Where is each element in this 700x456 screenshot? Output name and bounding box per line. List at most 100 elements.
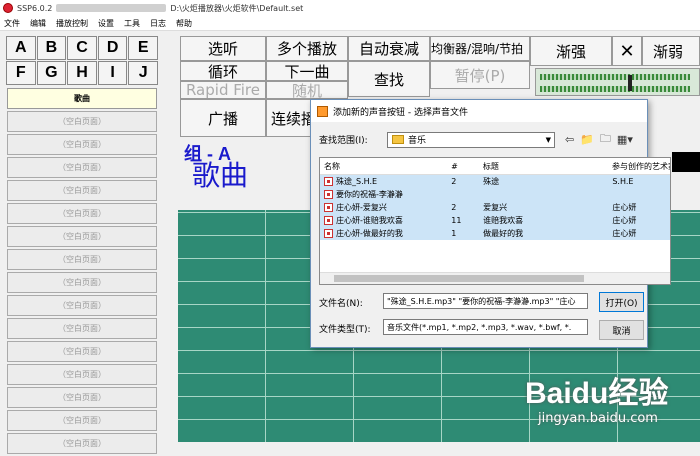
open-button[interactable]: 打开(O): [599, 292, 644, 312]
page-button-empty[interactable]: （空白页面）: [7, 180, 157, 201]
group-button-d[interactable]: D: [97, 36, 128, 60]
level-bar-left: [540, 74, 690, 80]
page-button-empty[interactable]: （空白页面）: [7, 272, 157, 293]
page-button-songs[interactable]: 歌曲: [7, 88, 157, 109]
page-button-empty[interactable]: （空白页面）: [7, 318, 157, 339]
close-icon[interactable]: ✕: [612, 36, 642, 66]
file-number: 11: [451, 216, 462, 225]
fade-out-button[interactable]: 渐弱: [642, 36, 700, 66]
audio-file-icon: [324, 203, 333, 212]
file-artist: 庄心妍: [612, 229, 637, 238]
file-number: 2: [451, 203, 457, 212]
next-track-button[interactable]: 下一曲: [266, 61, 348, 81]
rapid-fire-button[interactable]: Rapid Fire: [180, 81, 266, 99]
group-button-j[interactable]: J: [128, 61, 158, 85]
page-button-empty[interactable]: （空白页面）: [7, 341, 157, 362]
filename-label: 文件名(N):: [319, 299, 363, 309]
preview-button[interactable]: 选听: [180, 36, 266, 61]
audio-file-icon: [324, 177, 333, 186]
file-name: 殊途_S.H.E: [336, 177, 378, 186]
file-name: 庄心妍-爱复兴: [336, 203, 387, 212]
continuous-play-button[interactable]: 连续播: [266, 99, 316, 137]
page-button-empty[interactable]: （空白页面）: [7, 249, 157, 270]
page-button-empty[interactable]: （空白页面）: [7, 295, 157, 316]
page-button-empty[interactable]: （空白页面）: [7, 134, 157, 155]
file-row[interactable]: 要你的祝福-李瀞瀞: [320, 188, 670, 201]
file-artist: 庄心妍: [612, 203, 637, 212]
filetype-dropdown[interactable]: 音乐文件(*.mp1, *.mp2, *.mp3, *.wav, *.bwf, …: [383, 319, 588, 335]
group-letter-grid: A B C D E F G H I J: [6, 36, 158, 85]
random-button[interactable]: 随机: [266, 81, 348, 99]
column-number[interactable]: #: [449, 162, 481, 171]
file-title: 谁赔我欢喜: [483, 216, 524, 225]
menu-help[interactable]: 帮助: [176, 18, 192, 29]
look-in-dropdown[interactable]: 音乐 ▼: [387, 131, 555, 148]
menu-tools[interactable]: 工具: [124, 18, 140, 29]
column-name[interactable]: 名称: [320, 161, 449, 172]
app-icon: [3, 3, 13, 13]
chevron-down-icon: ▼: [545, 135, 551, 144]
group-button-c[interactable]: C: [67, 36, 97, 60]
fade-in-button[interactable]: 渐强: [530, 36, 612, 66]
page-button-empty[interactable]: （空白页面）: [7, 364, 157, 385]
file-row[interactable]: 庄心妍-做最好的我 1 做最好的我 庄心妍: [320, 227, 670, 240]
level-bar-right: [540, 86, 690, 92]
file-row[interactable]: 殊途_S.H.E 2 殊途 S.H.E: [320, 175, 670, 188]
filename-input[interactable]: "殊途_S.H.E.mp3" "要你的祝福-李瀞瀞.mp3" "庄心: [383, 293, 588, 309]
page-button-empty[interactable]: （空白页面）: [7, 226, 157, 247]
menu-file[interactable]: 文件: [4, 18, 20, 29]
new-folder-icon[interactable]: 🗀: [600, 130, 611, 149]
page-button-empty[interactable]: （空白页面）: [7, 387, 157, 408]
menu-log[interactable]: 日志: [150, 18, 166, 29]
look-in-value: 音乐: [408, 136, 427, 146]
group-button-f[interactable]: F: [6, 61, 36, 85]
page-button-empty[interactable]: （空白页面）: [7, 410, 157, 431]
auto-fade-button[interactable]: 自动衰减: [348, 36, 430, 61]
group-button-a[interactable]: A: [6, 36, 36, 60]
file-name: 庄心妍-谁赔我欢喜: [336, 216, 403, 225]
broadcast-button[interactable]: 广播: [180, 99, 266, 137]
file-title: 做最好的我: [483, 229, 524, 238]
group-button-h[interactable]: H: [67, 61, 97, 85]
pause-button[interactable]: 暂停(P): [430, 61, 530, 89]
look-in-row: 查找范围(I): 音乐 ▼ ⇦ 📁 🗀 ▦▾: [319, 130, 639, 149]
menu-playback[interactable]: 播放控制: [56, 18, 88, 29]
search-button[interactable]: 查找: [348, 61, 430, 97]
dialog-title: 添加新的声音按钮 - 选择声音文件: [333, 107, 468, 118]
file-row[interactable]: 庄心妍-谁赔我欢喜 11 谁赔我欢喜 庄心妍: [320, 214, 670, 227]
page-button-empty[interactable]: （空白页面）: [7, 433, 157, 454]
column-title[interactable]: 标题: [481, 161, 610, 172]
file-title: 殊途: [483, 177, 500, 186]
file-artist: 庄心妍: [612, 216, 637, 225]
file-open-dialog: 添加新的声音按钮 - 选择声音文件 查找范围(I): 音乐 ▼ ⇦ 📁 🗀 ▦▾…: [310, 99, 671, 348]
up-folder-icon[interactable]: 📁: [580, 133, 594, 146]
view-menu-icon[interactable]: ▦▾: [617, 133, 633, 146]
page-button-empty[interactable]: （空白页面）: [7, 157, 157, 178]
status-strip: [672, 152, 700, 172]
loop-button[interactable]: 循环: [180, 61, 266, 81]
column-artist[interactable]: 参与创作的艺术家: [610, 161, 670, 172]
menu-settings[interactable]: 设置: [98, 18, 114, 29]
horizontal-scrollbar[interactable]: [320, 272, 670, 284]
scrollbar-thumb[interactable]: [334, 275, 584, 282]
file-list-header: 名称 # 标题 参与创作的艺术家: [320, 158, 670, 175]
page-button-empty[interactable]: （空白页面）: [7, 203, 157, 224]
file-artist: S.H.E: [612, 177, 634, 186]
multi-play-button[interactable]: 多个播放: [266, 36, 348, 61]
cancel-button[interactable]: 取消: [599, 320, 644, 340]
menu-edit[interactable]: 编辑: [30, 18, 46, 29]
group-button-e[interactable]: E: [128, 36, 158, 60]
file-name: 庄心妍-做最好的我: [336, 229, 403, 238]
volume-slider-handle[interactable]: [628, 75, 632, 91]
watermark-url: jingyan.baidu.com: [538, 411, 658, 426]
back-arrow-icon[interactable]: ⇦: [565, 133, 574, 146]
folder-icon: [392, 135, 404, 144]
group-button-i[interactable]: I: [97, 61, 128, 85]
file-list[interactable]: 名称 # 标题 参与创作的艺术家 殊途_S.H.E 2 殊途 S.H.E 要你的…: [319, 157, 671, 285]
volume-level-meter[interactable]: [535, 68, 700, 96]
page-button-empty[interactable]: （空白页面）: [7, 111, 157, 132]
eq-reverb-button[interactable]: 均衡器/混响/节拍: [430, 36, 530, 61]
group-button-b[interactable]: B: [36, 36, 67, 60]
file-row[interactable]: 庄心妍-爱复兴 2 爱复兴 庄心妍: [320, 201, 670, 214]
group-button-g[interactable]: G: [36, 61, 67, 85]
